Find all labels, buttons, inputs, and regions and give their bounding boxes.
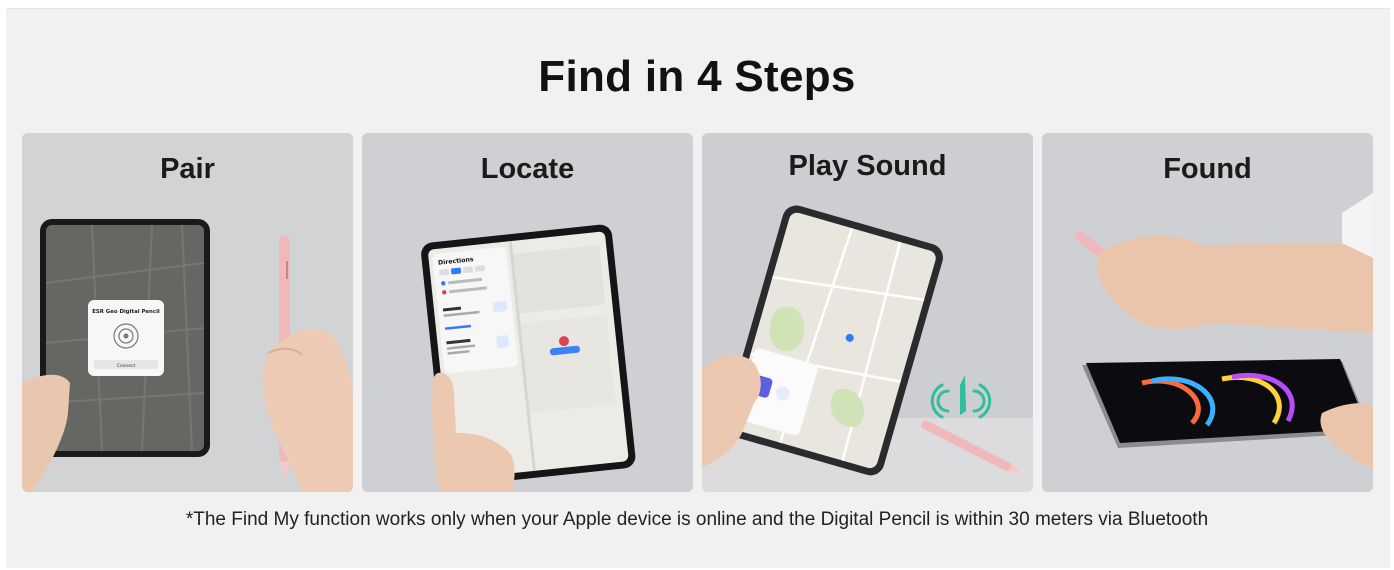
pair-illustration: ESR Geo Digital Pencil Connect — [22, 133, 353, 492]
locate-illustration: Directions — [362, 133, 693, 492]
pair-popup-title: ESR Geo Digital Pencil — [92, 309, 160, 315]
play-sound-illustration — [702, 133, 1033, 492]
pair-popup-button: Connect — [117, 363, 136, 369]
step-panel-locate: Directions Locate — [362, 133, 693, 492]
step-label-pair: Pair — [160, 153, 215, 185]
found-illustration — [1042, 133, 1373, 492]
step-panel-found: Found — [1042, 133, 1373, 492]
step-panel-play-sound: Play Sound — [702, 133, 1033, 492]
page-title: Find in 4 Steps — [538, 52, 856, 101]
step-label-play-sound: Play Sound — [788, 150, 947, 182]
step-panel-pair: ESR Geo Digital Pencil Connect Pair — [22, 133, 353, 492]
step-label-locate: Locate — [480, 153, 575, 185]
footnote: *The Find My function works only when yo… — [185, 509, 1209, 530]
step-label-found: Found — [1163, 153, 1252, 185]
